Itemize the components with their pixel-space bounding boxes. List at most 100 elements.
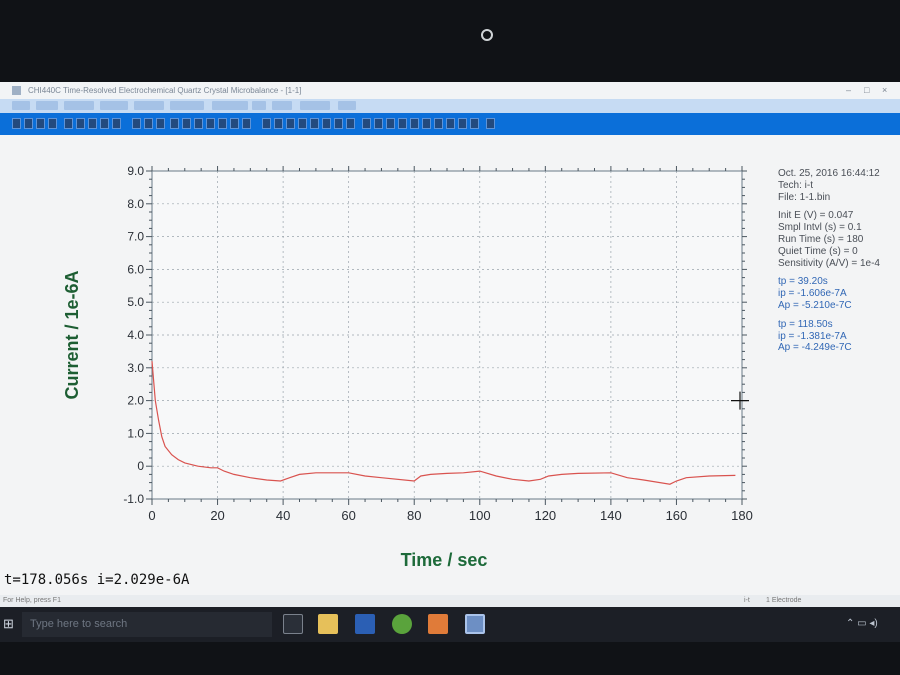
x-tick-label: 80 [407, 508, 421, 523]
y-tick-label: -1.0 [123, 492, 144, 506]
status-help: For Help, press F1 [3, 597, 61, 604]
run-button[interactable] [132, 118, 141, 129]
current-time-chart[interactable]: 9.0 8.0 7.0 6.0 5.0 4.0 3.0 2.0 1.0 0 -1.0 0 20 40 60… [0, 137, 900, 597]
toolbar-button[interactable] [398, 118, 407, 129]
param-sensitivity: Sensitivity (A/V) = 1e-4 [778, 257, 880, 269]
toolbar-button[interactable] [286, 118, 295, 129]
toolbar-button[interactable] [230, 118, 239, 129]
y-tick-label: 2.0 [127, 394, 144, 408]
toolbar-button[interactable] [206, 118, 215, 129]
toolbar-button[interactable] [76, 118, 85, 129]
y-tick-label: 9.0 [127, 164, 144, 178]
menu-item[interactable] [212, 101, 248, 110]
toolbar-button[interactable] [112, 118, 121, 129]
toolbar-button[interactable] [362, 118, 371, 129]
menu-item[interactable] [272, 101, 292, 110]
y-tick-labels: 9.0 8.0 7.0 6.0 5.0 4.0 3.0 2.0 1.0 0 -1.0 [123, 164, 144, 506]
info-panel: Oct. 25, 2016 16:44:12 Tech: i-t File: 1… [778, 168, 900, 354]
toolbar-button[interactable] [458, 118, 467, 129]
toolbar-button[interactable] [386, 118, 395, 129]
y-tick-label: 7.0 [127, 230, 144, 244]
toolbar-button[interactable] [410, 118, 419, 129]
menu-item[interactable] [12, 101, 30, 110]
window-titlebar[interactable]: CHI440C Time-Resolved Electrochemical Qu… [0, 82, 900, 99]
minimize-button[interactable]: – [846, 82, 851, 99]
toolbar-button[interactable] [298, 118, 307, 129]
menu-item[interactable] [64, 101, 94, 110]
app-icon [12, 86, 21, 95]
date-time: Oct. 25, 2016 16:44:12 [778, 168, 880, 179]
param-sample-interval: Smpl Intvl (s) = 0.1 [778, 222, 862, 234]
task-view-icon[interactable] [283, 614, 303, 634]
toolbar-button[interactable] [422, 118, 431, 129]
menu-item[interactable] [100, 101, 128, 110]
windows-start-icon[interactable]: ⊞ [3, 616, 14, 632]
toolbar-button[interactable] [434, 118, 443, 129]
toolbar-button[interactable] [100, 118, 109, 129]
cursor-readout: t=178.056s i=2.029e-6A [4, 572, 190, 588]
x-tick-label: 0 [148, 508, 155, 523]
y-tick-label: 0 [137, 459, 144, 473]
toolbar-button[interactable] [64, 118, 73, 129]
app-icon-orange[interactable] [428, 614, 448, 634]
screen: CHI440C Time-Resolved Electrochemical Qu… [0, 82, 900, 642]
x-tick-label: 140 [600, 508, 622, 523]
x-tick-label: 120 [534, 508, 556, 523]
toolbar-button[interactable] [24, 118, 33, 129]
toolbar-button[interactable] [274, 118, 283, 129]
maximize-button[interactable]: □ [864, 82, 869, 99]
chi-app-taskbar-icon[interactable] [465, 614, 485, 634]
menu-item[interactable] [338, 101, 356, 110]
toolbar-button[interactable] [48, 118, 57, 129]
x-tick-label: 180 [731, 508, 753, 523]
menu-item[interactable] [36, 101, 58, 110]
menu-item[interactable] [170, 101, 204, 110]
toolbar-button[interactable] [470, 118, 479, 129]
system-tray[interactable]: ⌃ ▭ ◂) [846, 618, 878, 629]
menu-item[interactable] [134, 101, 164, 110]
close-button[interactable]: × [882, 82, 887, 99]
plot-area[interactable]: 9.0 8.0 7.0 6.0 5.0 4.0 3.0 2.0 1.0 0 -1.0 0 20 40 60… [0, 137, 900, 597]
peak2-ip: ip = -1.381e-7A [778, 330, 847, 342]
status-technique: i-t [744, 597, 750, 604]
x-tick-label: 40 [276, 508, 290, 523]
taskbar: ⊞ Type here to search ⌃ ▭ ◂) [0, 607, 900, 642]
technique: Tech: i-t [778, 179, 814, 191]
toolbar-button[interactable] [36, 118, 45, 129]
toolbar-button[interactable] [12, 118, 21, 129]
toolbar-button[interactable] [194, 118, 203, 129]
file-explorer-icon[interactable] [318, 614, 338, 634]
menu-item[interactable] [252, 101, 266, 110]
toolbar-button[interactable] [242, 118, 251, 129]
toolbar-button[interactable] [322, 118, 331, 129]
pause-button[interactable] [144, 118, 153, 129]
webcam-icon [481, 29, 493, 41]
word-icon[interactable] [355, 614, 375, 634]
browser-icon[interactable] [392, 614, 412, 634]
toolbar-button[interactable] [446, 118, 455, 129]
toolbar-button[interactable] [218, 118, 227, 129]
peak2-tp: tp = 118.50s [778, 318, 833, 330]
toolbar-button[interactable] [374, 118, 383, 129]
stop-button[interactable] [156, 118, 165, 129]
grid [151, 170, 743, 500]
toolbar-button[interactable] [310, 118, 319, 129]
x-axis-label: Time / sec [401, 550, 488, 570]
menu-item[interactable] [300, 101, 330, 110]
x-tick-label: 60 [341, 508, 355, 523]
toolbar-button[interactable] [88, 118, 97, 129]
toolbar-button[interactable] [262, 118, 271, 129]
toolbar-button[interactable] [346, 118, 355, 129]
toolbar-button[interactable] [182, 118, 191, 129]
y-axis-label: Current / 1e-6A [62, 270, 82, 399]
toolbar [0, 113, 900, 135]
toolbar-button[interactable] [334, 118, 343, 129]
toolbar-button[interactable] [170, 118, 179, 129]
window-title: CHI440C Time-Resolved Electrochemical Qu… [28, 86, 302, 95]
y-tick-label: 5.0 [127, 295, 144, 309]
help-button[interactable] [486, 118, 495, 129]
param-quiet-time: Quiet Time (s) = 0 [778, 245, 858, 257]
param-run-time: Run Time (s) = 180 [778, 233, 864, 245]
taskbar-search-input[interactable]: Type here to search [22, 612, 272, 637]
y-tick-label: 1.0 [127, 426, 144, 440]
